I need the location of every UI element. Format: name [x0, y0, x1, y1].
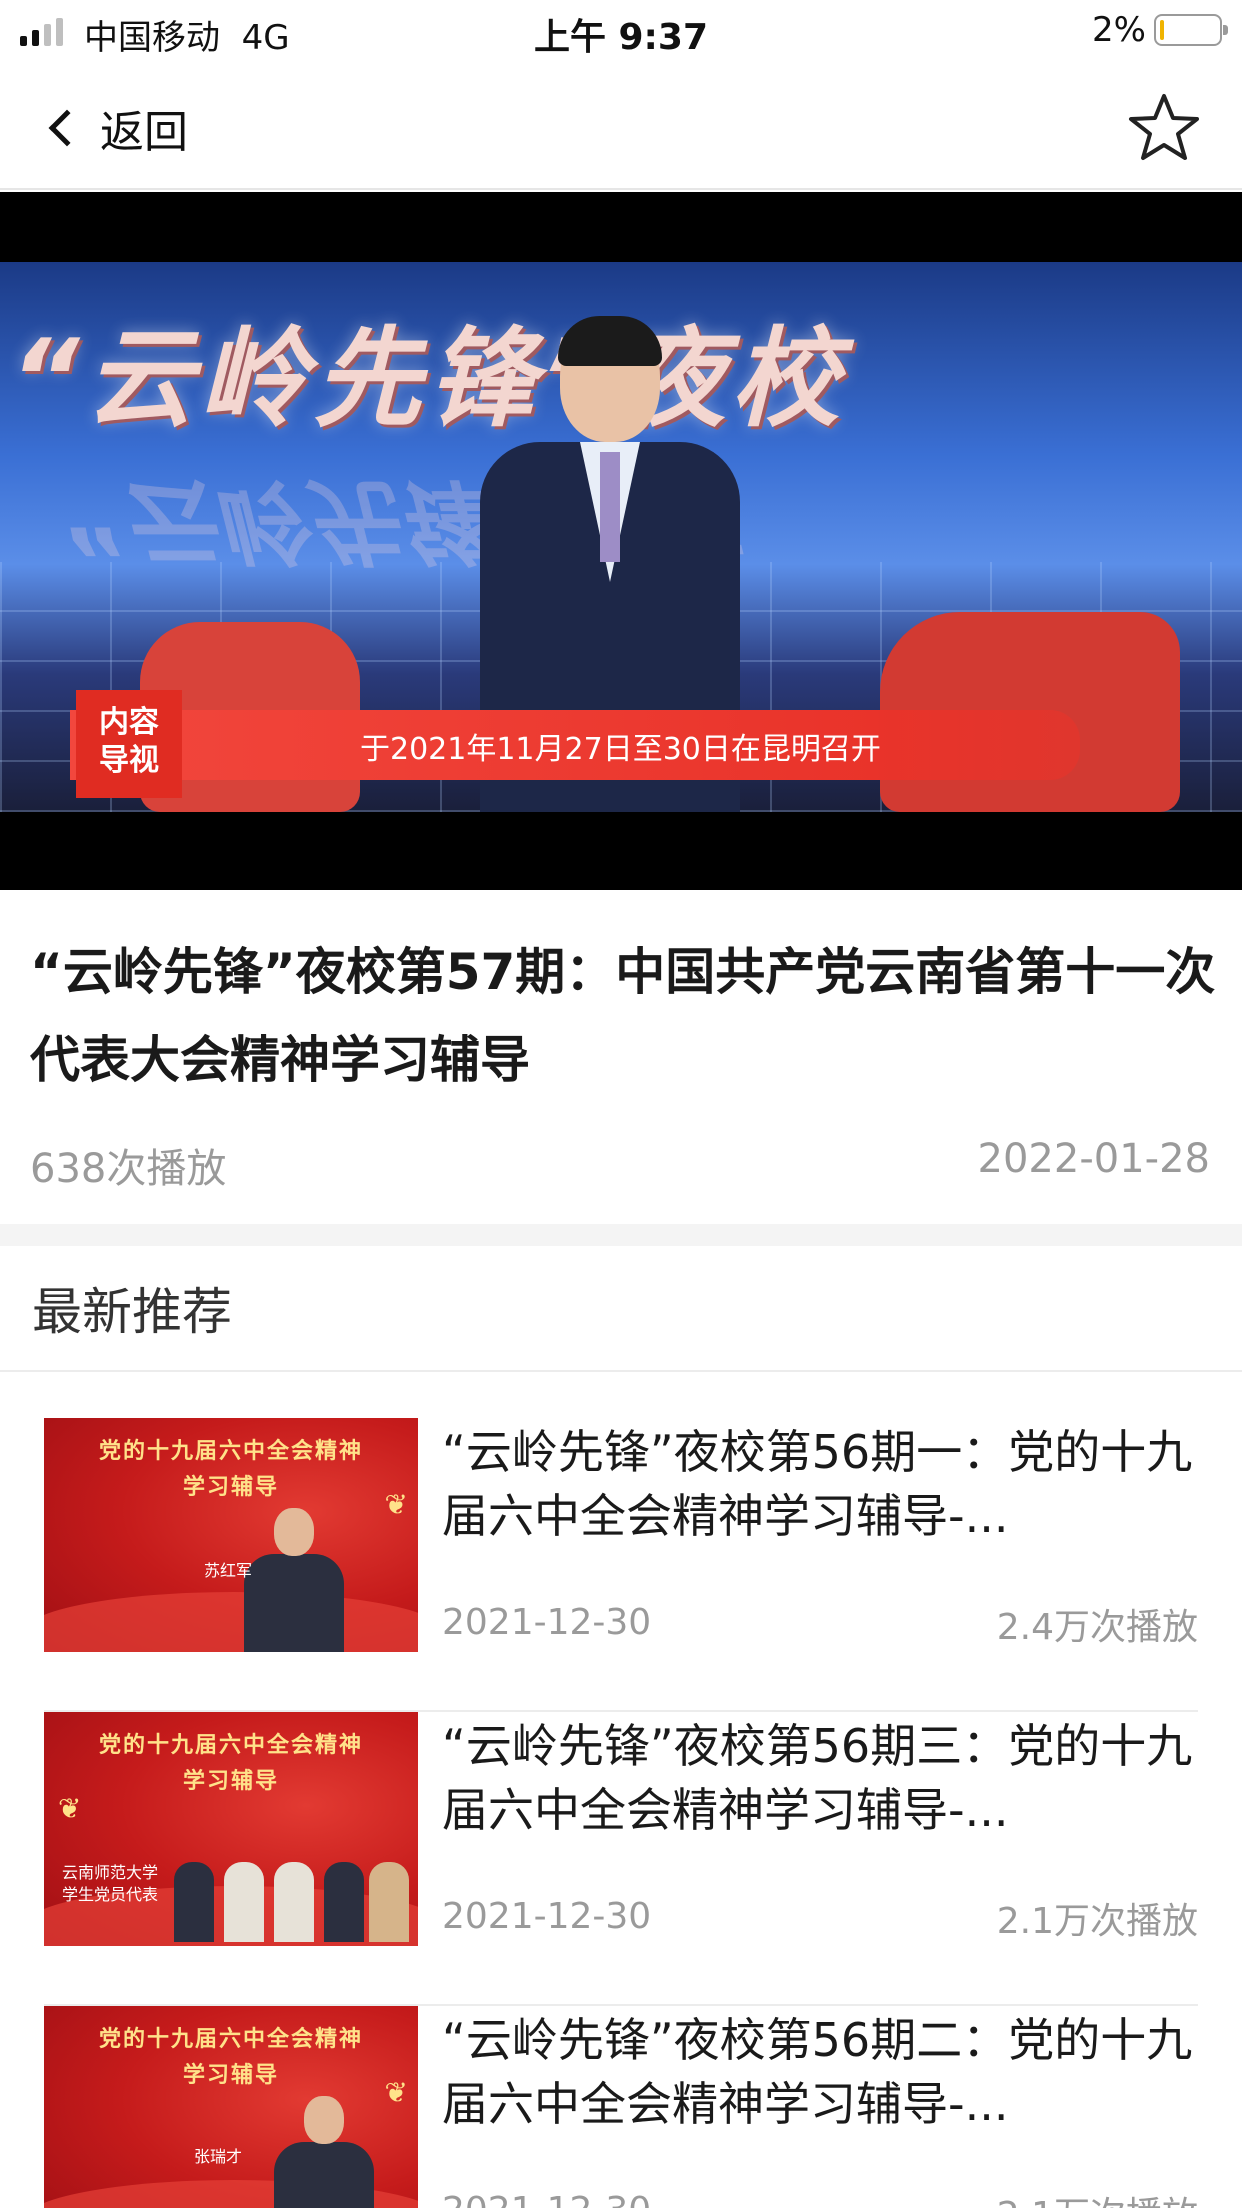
- thumbnail-title: 党的十九届六中全会精神 学习辅导: [98, 1733, 363, 1794]
- dove-icon: ❦: [384, 2076, 408, 2109]
- status-bar: 中国移动 4G 上午 9:37 2%: [0, 0, 1242, 62]
- video-frame[interactable]: “云岭先锋”夜校 “云岭先锋”夜校 内容 导视 于2021年11月27日至30日…: [0, 262, 1242, 812]
- dove-icon: ❦: [58, 1792, 82, 1825]
- recommend-item[interactable]: 党的十九届六中全会精神 学习辅导 ❦ 苏红军 “云岭先锋”夜校第56期一：党的十…: [44, 1418, 1198, 1712]
- lower-third-caption: 于2021年11月27日至30日在昆明召开: [360, 732, 881, 767]
- video-thumbnail[interactable]: 党的十九届六中全会精神 学习辅导 ❦ 苏红军: [44, 1418, 418, 1652]
- thumbnail-title: 党的十九届六中全会精神 学习辅导: [98, 2027, 363, 2088]
- recommend-plays: 2.1万次播放: [996, 1901, 1198, 1942]
- recommend-item[interactable]: 党的十九届六中全会精神 学习辅导 ❦ 云南师范大学 学生党员代表 “云岭先锋”夜…: [44, 1712, 1198, 2006]
- recommend-date: 2021-12-30: [442, 2190, 651, 2208]
- star-icon[interactable]: [1126, 90, 1202, 166]
- divider: [0, 1370, 1242, 1372]
- status-time: 上午 9:37: [533, 17, 709, 58]
- recommend-plays: 2.4万次播放: [996, 1607, 1198, 1648]
- recommend-title: “云岭先锋”夜校第56期二：党的十九届六中全会精神学习辅导-...: [442, 2013, 1193, 2131]
- recommend-item[interactable]: 党的十九届六中全会精神 学习辅导 ❦ 张瑞才 “云岭先锋”夜校第56期二：党的十…: [44, 2006, 1198, 2208]
- nav-bar: 返回: [0, 62, 1242, 190]
- recommend-heading: 最新推荐: [32, 1283, 232, 1341]
- lower-third-tag: 内容 导视: [76, 690, 182, 798]
- group-figures: [164, 1832, 414, 1942]
- thumbnail-caption: 苏红军: [204, 1561, 253, 1580]
- thumbnail-caption: 云南师范大学 学生党员代表: [62, 1863, 159, 1904]
- recommend-plays: 2.1万次播放: [997, 2186, 1198, 2208]
- speaker-figure: [274, 2096, 374, 2208]
- battery-icon: [1154, 14, 1228, 46]
- play-count: 638次播放: [30, 1146, 227, 1192]
- video-thumbnail[interactable]: 党的十九届六中全会精神 学习辅导 ❦ 云南师范大学 学生党员代表: [44, 1712, 418, 1946]
- recommend-date: 2021-12-30: [442, 1602, 652, 1643]
- thumbnail-title: 党的十九届六中全会精神 学习辅导: [98, 1439, 363, 1500]
- publish-date: 2022-01-28: [977, 1136, 1210, 1182]
- recommend-title: “云岭先锋”夜校第56期一：党的十九届六中全会精神学习辅导-...: [442, 1425, 1193, 1543]
- back-label: 返回: [100, 107, 188, 158]
- dove-icon: ❦: [384, 1488, 408, 1521]
- video-player[interactable]: “云岭先锋”夜校 “云岭先锋”夜校 内容 导视 于2021年11月27日至30日…: [0, 192, 1242, 890]
- video-thumbnail[interactable]: 党的十九届六中全会精神 学习辅导 ❦ 张瑞才: [44, 2006, 418, 2208]
- battery-percent: 2%: [1092, 10, 1146, 50]
- thumbnail-caption: 张瑞才: [194, 2147, 243, 2166]
- video-title: “云岭先锋”夜校第57期：中国共产党云南省第十一次代表大会精神学习辅导: [30, 943, 1216, 1089]
- section-divider: [0, 1224, 1242, 1246]
- chevron-left-icon: [48, 109, 86, 147]
- speaker-figure: [244, 1508, 344, 1652]
- back-button[interactable]: 返回: [44, 98, 188, 158]
- recommend-title: “云岭先锋”夜校第56期三：党的十九届六中全会精神学习辅导-...: [442, 1719, 1193, 1837]
- recommend-date: 2021-12-30: [442, 1896, 652, 1937]
